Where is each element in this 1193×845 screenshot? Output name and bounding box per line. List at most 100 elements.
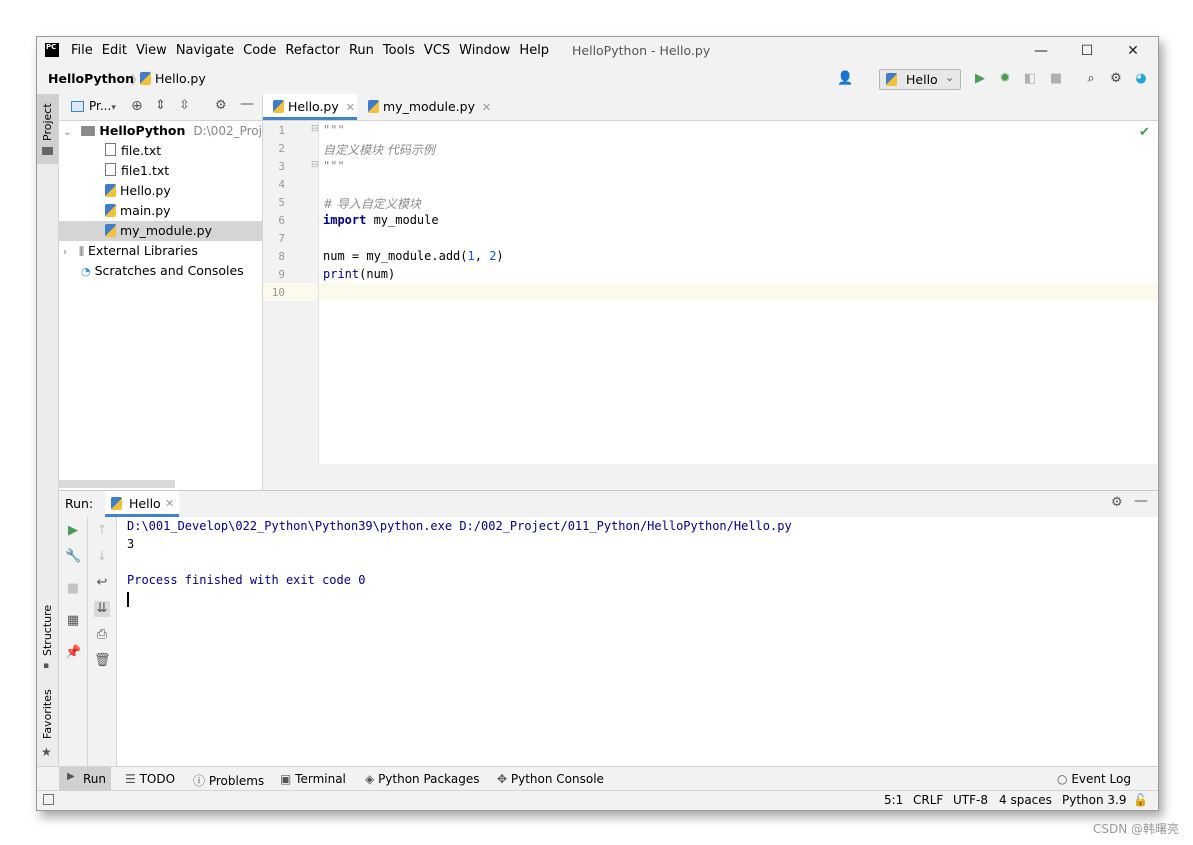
locate-target-icon[interactable]: ⊕ <box>131 98 143 114</box>
scratches-label: Scratches and Consoles <box>94 263 244 278</box>
search-everywhere-icon[interactable]: ⌕ <box>1083 71 1099 87</box>
down-arrow-icon[interactable]: ↓ <box>94 549 110 565</box>
lock-icon[interactable]: 🔓 <box>1133 793 1148 807</box>
tool-problems-label: Problems <box>208 774 265 788</box>
run-tab-hello[interactable]: Hello ✕ <box>105 491 179 517</box>
python-config-icon <box>886 73 897 86</box>
run-settings-gear-icon[interactable]: ⚙ <box>1111 495 1123 510</box>
line-separator[interactable]: CRLF <box>913 793 943 807</box>
hide-panel-icon[interactable]: — <box>240 96 254 112</box>
file-encoding[interactable]: UTF-8 <box>953 793 988 807</box>
favorites-tool-tab[interactable]: Favorites ★ <box>37 687 58 767</box>
code-editor[interactable]: """ 自定义模块 代码示例 """ # 导入自定义模块 import my_m… <box>319 121 1158 464</box>
close-window-button[interactable]: ✕ <box>1110 37 1156 65</box>
account-icon[interactable]: 👤 <box>837 71 853 87</box>
fold-marker-icon[interactable]: ⊟ <box>311 160 319 170</box>
expand-all-icon[interactable]: ⇕ <box>155 98 166 113</box>
menu-view[interactable]: View <box>136 43 167 58</box>
menu-help[interactable]: Help <box>519 43 549 58</box>
stop-icon[interactable]: ■ <box>1048 71 1064 87</box>
event-log-icon: ○ <box>1057 772 1068 786</box>
tab-my-module-py[interactable]: my_module.py ✕ <box>358 94 498 120</box>
python-interpreter[interactable]: Python 3.9 <box>1062 793 1127 807</box>
tree-root-hellopython[interactable]: ⌄ HelloPython D:\002_Projec <box>59 121 276 141</box>
minimize-button[interactable]: — <box>1018 37 1064 65</box>
trash-icon[interactable]: 🗑 <box>94 653 111 669</box>
menu-code[interactable]: Code <box>243 43 276 58</box>
no-problems-check-icon[interactable]: ✔ <box>1139 125 1150 140</box>
tree-scratches[interactable]: ◔ Scratches and Consoles <box>59 261 262 281</box>
print-icon[interactable]: ⎙ <box>94 627 110 643</box>
structure-tool-tab[interactable]: Structure ▪ <box>37 599 58 679</box>
wrench-icon[interactable]: 🔧 <box>65 549 81 565</box>
pin-tab-icon[interactable]: 📌 <box>65 645 81 661</box>
up-arrow-icon[interactable]: ↑ <box>94 523 110 539</box>
run-tool-icon: ▶ <box>67 771 75 782</box>
text-caret <box>127 592 129 607</box>
code-number: 1 <box>467 249 475 263</box>
event-log-tab[interactable]: ○ Event Log <box>1057 772 1131 786</box>
tree-file-file1-txt[interactable]: file1.txt <box>59 161 262 181</box>
debug-icon[interactable]: ✹ <box>997 71 1013 87</box>
hide-run-panel-icon[interactable]: — <box>1134 493 1148 509</box>
code-line-3: """ <box>323 159 345 173</box>
rerun-icon[interactable]: ▶ <box>65 523 81 539</box>
breadcrumb-file[interactable]: Hello.py <box>140 71 206 86</box>
line-number: 9 <box>278 268 285 281</box>
run-icon[interactable]: ▶ <box>972 71 988 87</box>
close-tab-icon[interactable]: ✕ <box>165 497 174 510</box>
coverage-icon[interactable]: ◧ <box>1022 71 1038 87</box>
menu-file[interactable]: File <box>71 43 93 58</box>
menu-tools[interactable]: Tools <box>383 43 415 58</box>
tree-external-libraries[interactable]: › ⫼ External Libraries <box>59 241 262 261</box>
tab-hello-py[interactable]: Hello.py ✕ <box>263 94 357 120</box>
menu-run[interactable]: Run <box>349 43 374 58</box>
breadcrumb-project[interactable]: HelloPython <box>48 71 134 86</box>
menu-window[interactable]: Window <box>459 43 510 58</box>
collapse-all-icon[interactable]: ⇳ <box>179 98 190 113</box>
tool-problems-tab[interactable]: ⓘ Problems <box>193 772 264 789</box>
tree-file-main-py[interactable]: main.py <box>59 201 262 221</box>
menu-edit[interactable]: Edit <box>102 43 127 58</box>
fold-marker-icon[interactable]: ⊟ <box>311 124 319 134</box>
structure-icon: ▪ <box>43 661 50 671</box>
tree-file-label: main.py <box>120 203 171 218</box>
project-tool-tab[interactable]: Project <box>37 94 58 164</box>
line-number: 4 <box>278 178 285 191</box>
jetbrains-toolbox-icon[interactable]: ◕ <box>1133 71 1149 87</box>
toggle-tool-windows-icon[interactable] <box>43 794 54 805</box>
menu-refactor[interactable]: Refactor <box>285 43 340 58</box>
tool-python-packages-tab[interactable]: ◈ Python Packages <box>365 772 479 786</box>
close-tab-icon[interactable]: ✕ <box>346 101 355 114</box>
indent-setting[interactable]: 4 spaces <box>999 793 1052 807</box>
menu-navigate[interactable]: Navigate <box>176 43 234 58</box>
tool-todo-tab[interactable]: ☰ TODO <box>125 772 175 786</box>
tree-file-label: my_module.py <box>120 223 212 238</box>
tool-terminal-tab[interactable]: ▣ Terminal <box>280 772 346 786</box>
horizontal-scrollbar[interactable] <box>59 480 175 488</box>
tree-file-file-txt[interactable]: file.txt <box>59 141 262 161</box>
code-line-2: 自定义模块 代码示例 <box>323 143 435 157</box>
soft-wrap-icon[interactable]: ↩ <box>94 575 110 591</box>
settings-gear-icon[interactable]: ⚙ <box>1108 71 1124 87</box>
menu-vcs[interactable]: VCS <box>424 43 450 58</box>
project-view-selector[interactable]: Pr...▾ <box>89 99 116 113</box>
code-line-9: print(num) <box>323 267 395 281</box>
panel-settings-icon[interactable]: ⚙ <box>215 98 227 113</box>
maximize-button[interactable]: ☐ <box>1064 37 1110 65</box>
close-tab-icon[interactable]: ✕ <box>482 101 491 114</box>
stop-run-icon[interactable]: ■ <box>65 581 81 597</box>
tree-file-my-module-py[interactable]: my_module.py <box>59 221 262 241</box>
tool-python-console-tab[interactable]: ✥ Python Console <box>497 772 604 786</box>
tool-run-tab[interactable]: ▶ Run <box>59 767 111 791</box>
editor-gutter: 1 2 3 4 5 6 7 8 9 10 ⊟ ⊟ <box>263 121 319 464</box>
python-file-icon <box>105 184 116 197</box>
caret-position[interactable]: 5:1 <box>884 793 903 807</box>
run-console[interactable]: D:\001_Develop\022_Python\Python39\pytho… <box>117 517 1158 766</box>
scroll-to-end-icon[interactable]: ⇊ <box>94 601 110 617</box>
left-tool-stripe: Project Structure ▪ Favorites ★ <box>37 94 59 766</box>
chevron-down-icon: ⌄ <box>945 71 955 84</box>
tree-file-hello-py[interactable]: Hello.py <box>59 181 262 201</box>
layout-icon[interactable]: ▦ <box>65 613 81 629</box>
run-config-selector[interactable]: Hello ⌄ <box>879 69 961 90</box>
